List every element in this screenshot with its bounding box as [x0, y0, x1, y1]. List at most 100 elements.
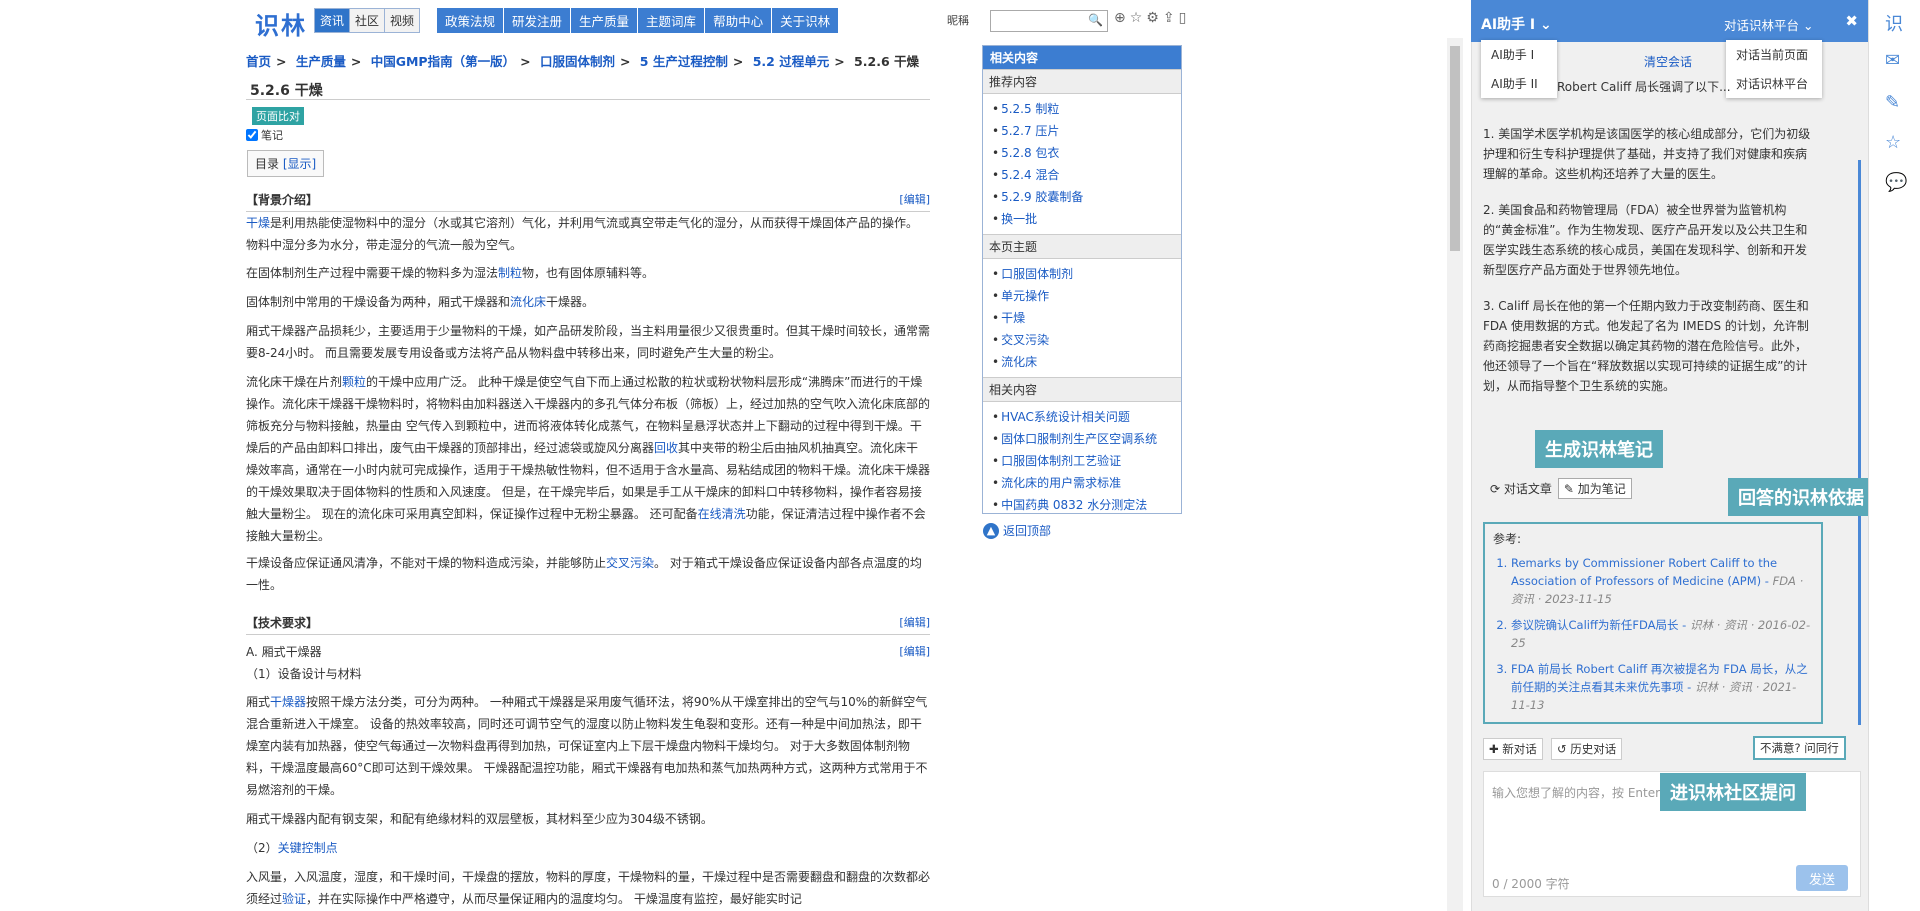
list-item[interactable]: 干燥	[992, 307, 1181, 329]
shilin-logo-icon[interactable]: 识	[1885, 10, 1903, 36]
assistant-option[interactable]: AI助手 II	[1481, 69, 1557, 98]
related-link[interactable]: 固体口服制剂生产区空调系统	[1001, 432, 1157, 446]
list-item[interactable]: HVAC系统设计相关问题	[992, 406, 1181, 428]
menu-item-thesaurus[interactable]: 主题词库	[638, 8, 706, 33]
breadcrumb-oral-solid[interactable]: 口服固体制剂	[540, 54, 615, 69]
topic-link[interactable]: 口服固体制剂	[1001, 267, 1073, 281]
menu-item-rd[interactable]: 研发注册	[504, 8, 572, 33]
term-link[interactable]: 交叉污染	[606, 556, 654, 570]
topic-link[interactable]: 单元操作	[1001, 289, 1049, 303]
page-compare-button[interactable]: 页面比对	[252, 107, 304, 125]
related-link[interactable]: 5.2.4 混合	[1001, 168, 1059, 182]
list-item[interactable]: 中国药典 0832 水分测定法	[992, 494, 1181, 516]
search-icon[interactable]: 🔍	[1088, 13, 1103, 27]
back-to-top[interactable]: ▲ 返回顶部	[983, 522, 1051, 539]
assistant-selector[interactable]: AI助手 I ⌄	[1481, 14, 1552, 34]
edit-icon: ✎	[1563, 482, 1574, 496]
term-link[interactable]: 关键控制点	[278, 841, 338, 855]
history-button[interactable]: ↺ 历史对话	[1551, 738, 1623, 760]
related-link[interactable]: 中国药典 0832 水分测定法	[1001, 498, 1147, 512]
breadcrumb-process-control[interactable]: 5 生产过程控制	[640, 54, 728, 69]
clear-session-button[interactable]: 清空会话	[1644, 53, 1692, 70]
send-button[interactable]: 发送	[1796, 865, 1848, 891]
related-link[interactable]: HVAC系统设计相关问题	[1001, 410, 1130, 424]
reference-item[interactable]: FDA 前局长 Robert Califf 再次被提名为 FDA 局长，从之前任…	[1511, 660, 1813, 714]
mail-icon[interactable]: ✉	[1885, 50, 1900, 71]
list-item[interactable]: 5.2.8 包衣	[992, 142, 1181, 164]
menu-item-policy[interactable]: 政策法规	[437, 8, 505, 33]
term-link[interactable]: 干燥器	[270, 695, 306, 709]
edit-link[interactable]: [编辑]	[899, 643, 930, 659]
note-checkbox[interactable]	[246, 129, 258, 141]
chat-icon[interactable]: 💬	[1885, 172, 1907, 193]
scope-option[interactable]: 对话当前页面	[1726, 40, 1822, 69]
tab-community[interactable]: 社区	[350, 9, 386, 32]
related-link[interactable]: 流化床的用户需求标准	[1001, 476, 1121, 490]
edit-link[interactable]: [编辑]	[899, 614, 930, 630]
list-item[interactable]: 单元操作	[992, 285, 1181, 307]
topic-link[interactable]: 交叉污染	[1001, 333, 1049, 347]
term-link[interactable]: 验证	[282, 892, 306, 906]
add-note-button[interactable]: ✎ 加为笔记	[1557, 478, 1632, 499]
term-link[interactable]: 制粒	[498, 266, 522, 280]
assistant-option[interactable]: AI助手 I	[1481, 40, 1557, 69]
panel-scrollbar[interactable]	[1858, 160, 1861, 725]
scrollbar-thumb[interactable]	[1450, 46, 1460, 251]
list-item[interactable]: 流化床	[992, 351, 1181, 373]
site-logo[interactable]: 识林	[255, 6, 307, 41]
scope-selector[interactable]: 对话识林平台 ⌄	[1724, 15, 1813, 34]
search-input[interactable]: 🔍	[990, 10, 1108, 32]
reference-item[interactable]: 参议院确认Califf为新任FDA局长 - 识林 · 资讯 · 2016-02-…	[1511, 616, 1813, 652]
tab-video[interactable]: 视频	[385, 9, 420, 32]
breadcrumb-quality[interactable]: 生产质量	[296, 54, 346, 69]
star-icon[interactable]: ☆	[1130, 10, 1143, 26]
refresh-link[interactable]: 换一批	[1001, 212, 1037, 226]
breadcrumb-home[interactable]: 首页	[246, 54, 271, 69]
list-item[interactable]: 5.2.5 制粒	[992, 98, 1181, 120]
term-link[interactable]: 颗粒	[342, 375, 366, 389]
related-link[interactable]: 5.2.7 压片	[1001, 124, 1059, 138]
topic-link[interactable]: 流化床	[1001, 355, 1037, 369]
term-link[interactable]: 在线清洗	[698, 507, 746, 521]
list-item[interactable]: 固体口服制剂生产区空调系统	[992, 428, 1181, 450]
menu-item-help[interactable]: 帮助中心	[705, 8, 773, 33]
term-link[interactable]: 流化床	[510, 295, 546, 309]
regenerate-button[interactable]: ⟳ 对话文章	[1490, 480, 1552, 497]
menu-item-about[interactable]: 关于识林	[772, 8, 838, 33]
mobile-icon[interactable]: ▯	[1179, 10, 1187, 26]
breadcrumb-gmp-guide[interactable]: 中国GMP指南（第一版）	[371, 54, 515, 69]
scope-option[interactable]: 对话识林平台	[1726, 69, 1822, 98]
list-item[interactable]: 5.2.9 胶囊制备	[992, 186, 1181, 208]
related-link[interactable]: 口服固体制剂工艺验证	[1001, 454, 1121, 468]
back-to-top-label[interactable]: 返回顶部	[1003, 522, 1051, 539]
reference-item[interactable]: Remarks by Commissioner Robert Califf to…	[1511, 554, 1813, 608]
list-item[interactable]: 流化床的用户需求标准	[992, 472, 1181, 494]
star-icon[interactable]: ☆	[1885, 132, 1901, 153]
term-link[interactable]: 干燥	[246, 216, 270, 230]
main-scrollbar[interactable]	[1447, 38, 1463, 911]
share-icon[interactable]: ⇪	[1163, 10, 1175, 26]
tab-news[interactable]: 资讯	[315, 9, 351, 32]
edit-icon[interactable]: ✎	[1885, 92, 1900, 113]
list-item[interactable]: 换一批	[992, 208, 1181, 230]
close-icon[interactable]: ✖	[1845, 12, 1858, 30]
toc-show-link[interactable]: [显示]	[283, 157, 316, 171]
new-chat-button[interactable]: ✚ 新对话	[1483, 738, 1543, 760]
ask-peer-button[interactable]: 不满意? 问同行	[1753, 736, 1846, 760]
table-of-contents: 目录 [显示]	[247, 150, 325, 177]
zoom-icon[interactable]: ⊕	[1114, 10, 1126, 26]
term-link[interactable]: 回收	[654, 441, 678, 455]
related-link[interactable]: 5.2.8 包衣	[1001, 146, 1059, 160]
menu-item-quality[interactable]: 生产质量	[571, 8, 639, 33]
list-item[interactable]: 5.2.7 压片	[992, 120, 1181, 142]
list-item[interactable]: 口服固体制剂工艺验证	[992, 450, 1181, 472]
list-item[interactable]: 5.2.4 混合	[992, 164, 1181, 186]
topic-link[interactable]: 干燥	[1001, 311, 1025, 325]
edit-link[interactable]: [编辑]	[899, 191, 930, 207]
gear-icon[interactable]: ⚙	[1146, 10, 1159, 26]
list-item[interactable]: 口服固体制剂	[992, 263, 1181, 285]
related-link[interactable]: 5.2.5 制粒	[1001, 102, 1059, 116]
related-link[interactable]: 5.2.9 胶囊制备	[1001, 190, 1083, 204]
list-item[interactable]: 交叉污染	[992, 329, 1181, 351]
breadcrumb-process-unit[interactable]: 5.2 过程单元	[753, 54, 830, 69]
